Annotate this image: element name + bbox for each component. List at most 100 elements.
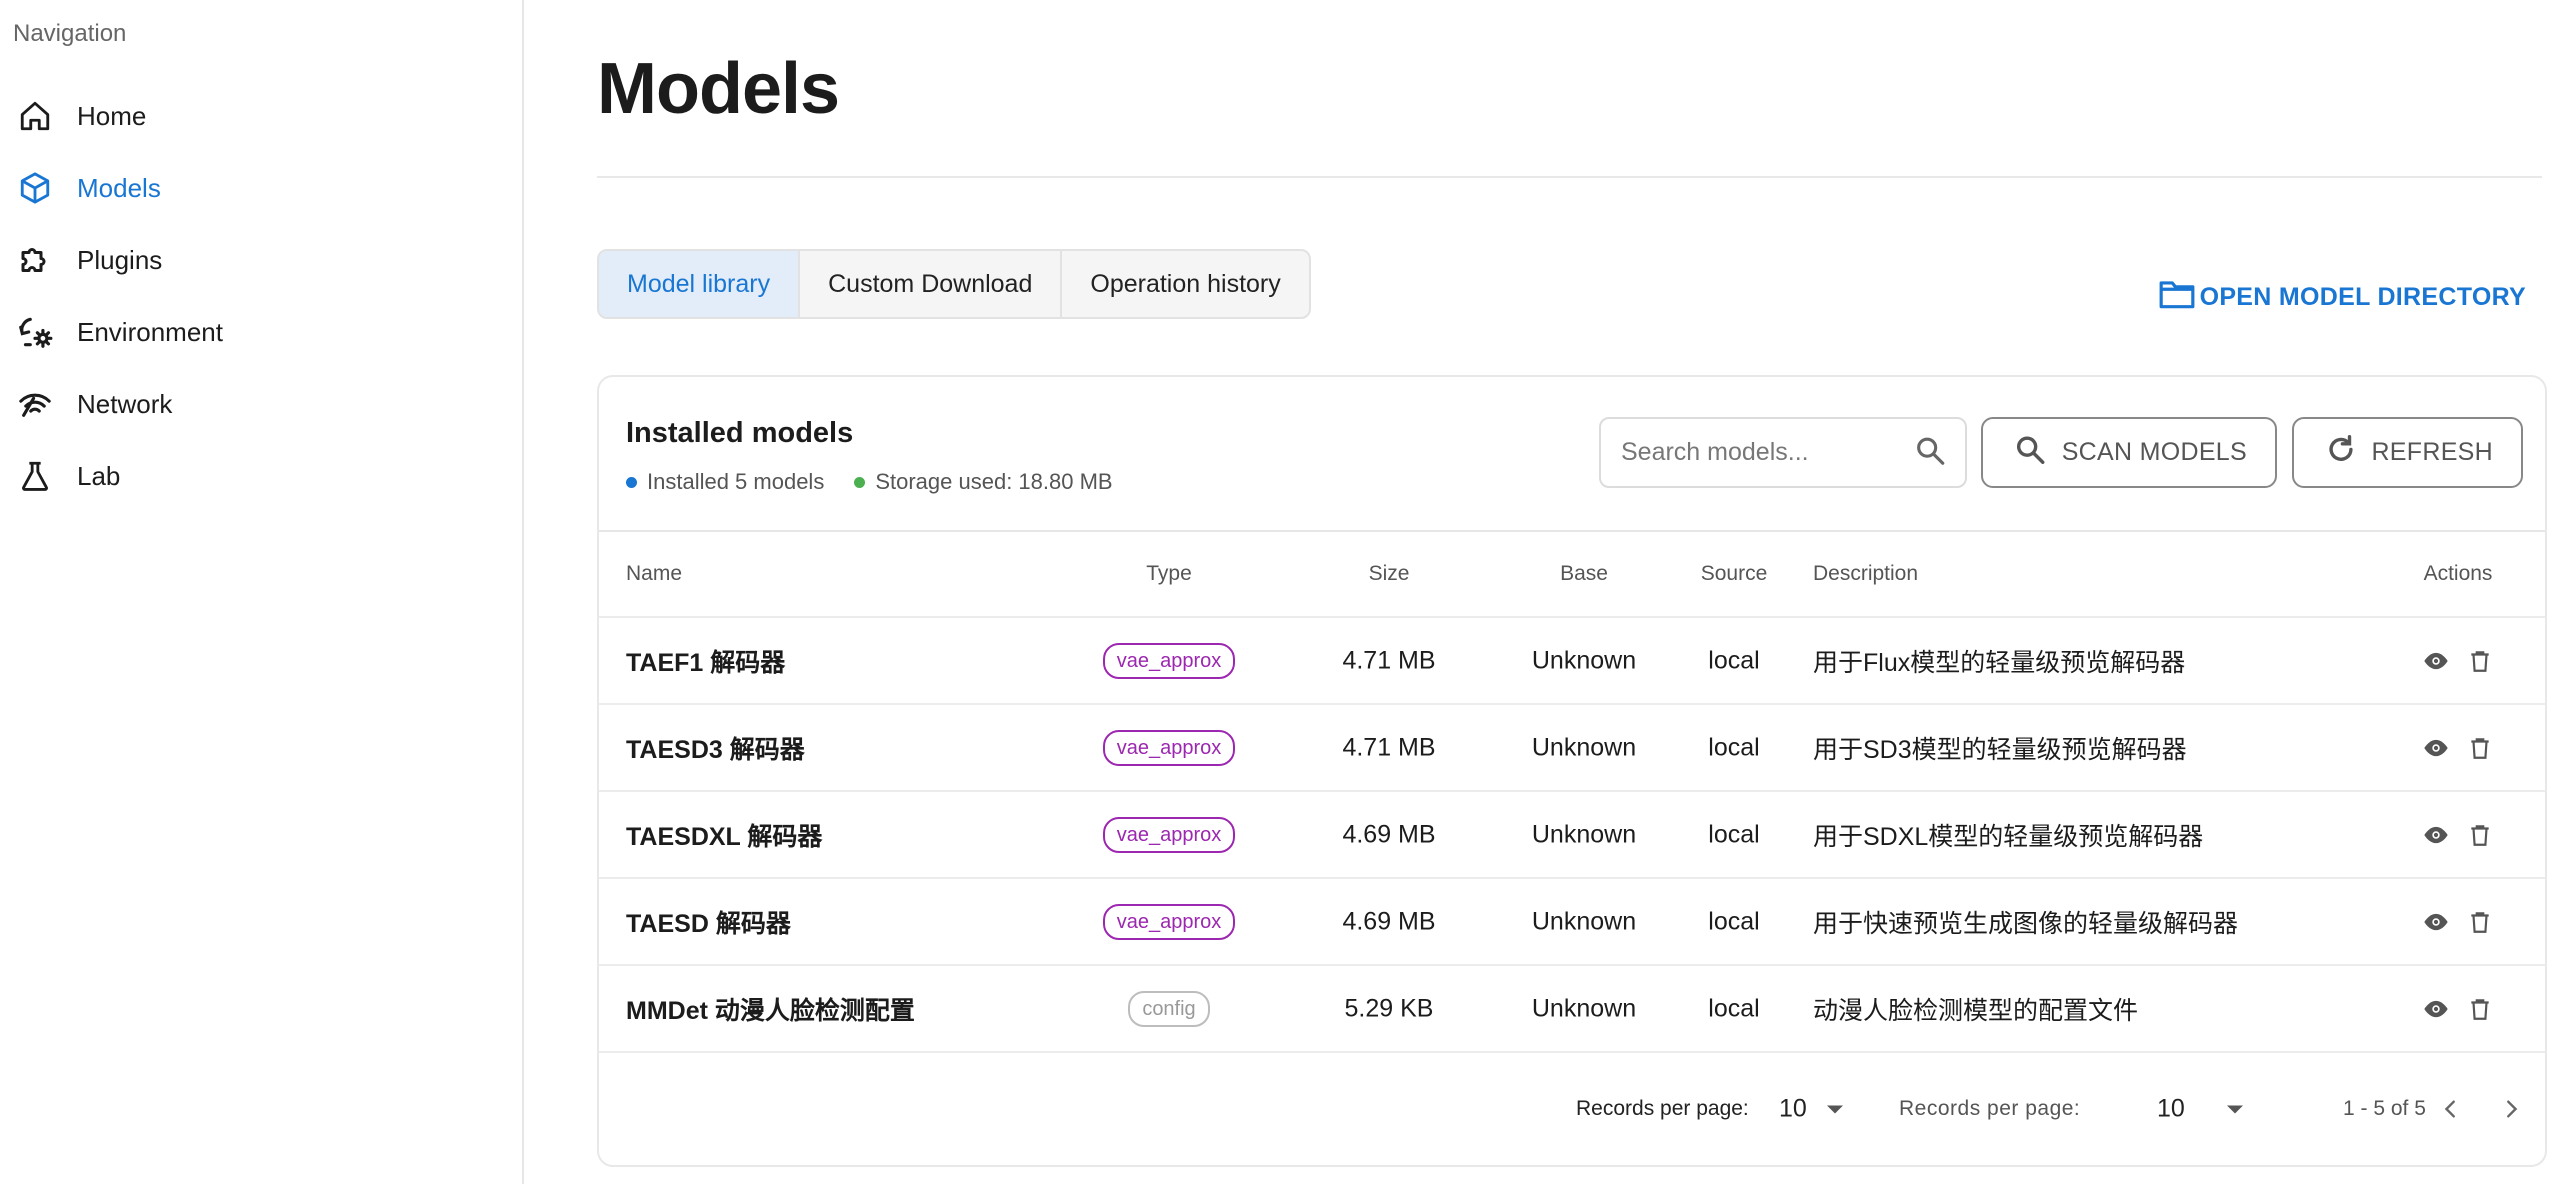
folder-icon	[2158, 278, 2196, 317]
table-row: TAEF1 解码器 vae_approx 4.71 MB Unknown loc…	[599, 618, 2545, 705]
row-actions	[2393, 908, 2523, 936]
model-size: 4.69 MB	[1342, 820, 1436, 848]
flask-icon	[15, 456, 55, 496]
open-model-directory-button[interactable]: OPEN MODEL DIRECTORY	[2158, 278, 2526, 317]
view-icon[interactable]	[2422, 734, 2450, 762]
model-description: 用于快速预览生成图像的轻量级解码器	[1813, 909, 2239, 938]
view-icon[interactable]	[2422, 647, 2450, 675]
tab-custom-download[interactable]: Custom Download	[800, 251, 1063, 317]
delete-icon[interactable]	[2466, 908, 2494, 936]
main-content: Models Model library Custom Download Ope…	[524, 0, 2556, 1184]
table-row: TAESDXL 解码器 vae_approx 4.69 MB Unknown l…	[599, 792, 2545, 879]
type-chip: vae_approx	[1102, 816, 1236, 853]
delete-icon[interactable]	[2466, 734, 2494, 762]
sidebar-item-label: Network	[77, 388, 173, 419]
type-cell: vae_approx	[1069, 642, 1269, 679]
records-per-page-select-secondary[interactable]: 10	[2157, 1095, 2243, 1124]
view-icon[interactable]	[2422, 995, 2450, 1023]
records-per-page-value: 10	[1779, 1094, 1807, 1123]
model-size: 5.29 KB	[1344, 994, 1434, 1022]
records-per-page-select[interactable]: 10	[1779, 1095, 1843, 1124]
title-divider	[597, 176, 2542, 178]
table-row: TAESD 解码器 vae_approx 4.69 MB Unknown loc…	[599, 879, 2545, 966]
search-icon	[2013, 432, 2047, 473]
type-chip: vae_approx	[1102, 729, 1236, 766]
refresh-button[interactable]: REFRESH	[2292, 417, 2523, 488]
delete-icon[interactable]	[2466, 821, 2494, 849]
page-title: Models	[597, 49, 840, 129]
chevron-down-icon	[1826, 1105, 1843, 1113]
type-cell: config	[1069, 990, 1269, 1027]
search-input[interactable]	[1621, 438, 1891, 467]
model-description: 用于SD3模型的轻量级预览解码器	[1813, 735, 2187, 764]
row-actions	[2393, 821, 2523, 849]
table-row: TAESD3 解码器 vae_approx 4.71 MB Unknown lo…	[599, 705, 2545, 792]
table-header-row: Name Type Size Base Source Description A…	[599, 532, 2545, 618]
model-size: 4.69 MB	[1342, 907, 1436, 935]
model-size: 4.71 MB	[1342, 646, 1436, 674]
installed-dot-icon	[626, 476, 637, 488]
model-source: local	[1708, 907, 1760, 935]
prev-page-button[interactable]	[2436, 1094, 2466, 1124]
model-source: local	[1708, 994, 1760, 1022]
sidebar-item-label: Plugins	[77, 244, 163, 275]
tab-operation-history[interactable]: Operation history	[1062, 251, 1308, 317]
type-chip: config	[1128, 990, 1210, 1027]
sidebar-item-label: Environment	[77, 316, 223, 347]
sidebar-item-network[interactable]: Network	[0, 370, 520, 438]
scan-models-button[interactable]: SCAN MODELS	[1981, 417, 2277, 488]
type-chip: vae_approx	[1102, 642, 1236, 679]
records-per-page-value: 10	[2157, 1094, 2185, 1123]
storage-dot-icon	[854, 476, 866, 488]
card-title: Installed models	[626, 417, 854, 449]
model-source: local	[1708, 733, 1760, 761]
sidebar-item-label: Lab	[77, 460, 121, 491]
delete-icon[interactable]	[2466, 647, 2494, 675]
row-actions	[2393, 734, 2523, 762]
records-per-page-label: Records per page:	[1576, 1097, 1749, 1120]
home-icon	[15, 96, 55, 136]
sidebar-item-plugins[interactable]: Plugins	[0, 226, 520, 294]
network-icon	[15, 384, 55, 424]
sidebar-item-label: Models	[77, 172, 161, 203]
table-row: MMDet 动漫人脸检测配置 config 5.29 KB Unknown lo…	[599, 966, 2545, 1053]
table-footer: Records per page: 10 Records per page: 1…	[599, 1074, 2545, 1144]
header-name[interactable]: Name	[626, 562, 682, 586]
installed-count-stat: Installed 5 models	[626, 469, 824, 495]
sidebar-item-home[interactable]: Home	[0, 82, 520, 150]
installed-models-card: Installed models Installed 5 models Stor…	[597, 375, 2547, 1167]
model-name: TAESDXL 解码器	[626, 822, 823, 851]
records-per-page-label-secondary: Records per page:	[1899, 1097, 2081, 1120]
view-icon[interactable]	[2422, 821, 2450, 849]
sidebar-item-label: Home	[77, 100, 147, 131]
model-description: 用于SDXL模型的轻量级预览解码器	[1813, 822, 2204, 851]
row-actions	[2393, 647, 2523, 675]
model-name: TAEF1 解码器	[626, 648, 786, 677]
delete-icon[interactable]	[2466, 995, 2494, 1023]
next-page-button[interactable]	[2496, 1094, 2526, 1124]
puzzle-icon	[15, 240, 55, 280]
row-actions	[2393, 995, 2523, 1023]
open-model-directory-label: OPEN MODEL DIRECTORY	[2199, 283, 2526, 311]
search-icon[interactable]	[1913, 433, 1947, 472]
header-type[interactable]: Type	[1069, 562, 1269, 586]
storage-used-text: Storage used: 18.80 MB	[875, 469, 1113, 494]
sidebar-item-models[interactable]: Models	[0, 154, 520, 222]
tab-model-library[interactable]: Model library	[599, 251, 801, 317]
sidebar-item-lab[interactable]: Lab	[0, 442, 520, 510]
view-icon[interactable]	[2422, 908, 2450, 936]
type-cell: vae_approx	[1069, 816, 1269, 853]
header-size[interactable]: Size	[1289, 562, 1489, 586]
model-source: local	[1708, 646, 1760, 674]
model-description: 用于Flux模型的轻量级预览解码器	[1813, 648, 2186, 677]
cube-icon	[15, 168, 55, 208]
sidebar-item-environment[interactable]: Environment	[0, 298, 520, 366]
header-description[interactable]: Description	[1813, 562, 1918, 586]
refresh-icon	[2324, 432, 2358, 473]
type-chip: vae_approx	[1102, 903, 1236, 940]
model-size: 4.71 MB	[1342, 733, 1436, 761]
model-name: TAESD 解码器	[626, 909, 791, 938]
header-source[interactable]: Source	[1639, 562, 1829, 586]
model-source: local	[1708, 820, 1760, 848]
tab-bar: Model library Custom Download Operation …	[597, 249, 1311, 319]
